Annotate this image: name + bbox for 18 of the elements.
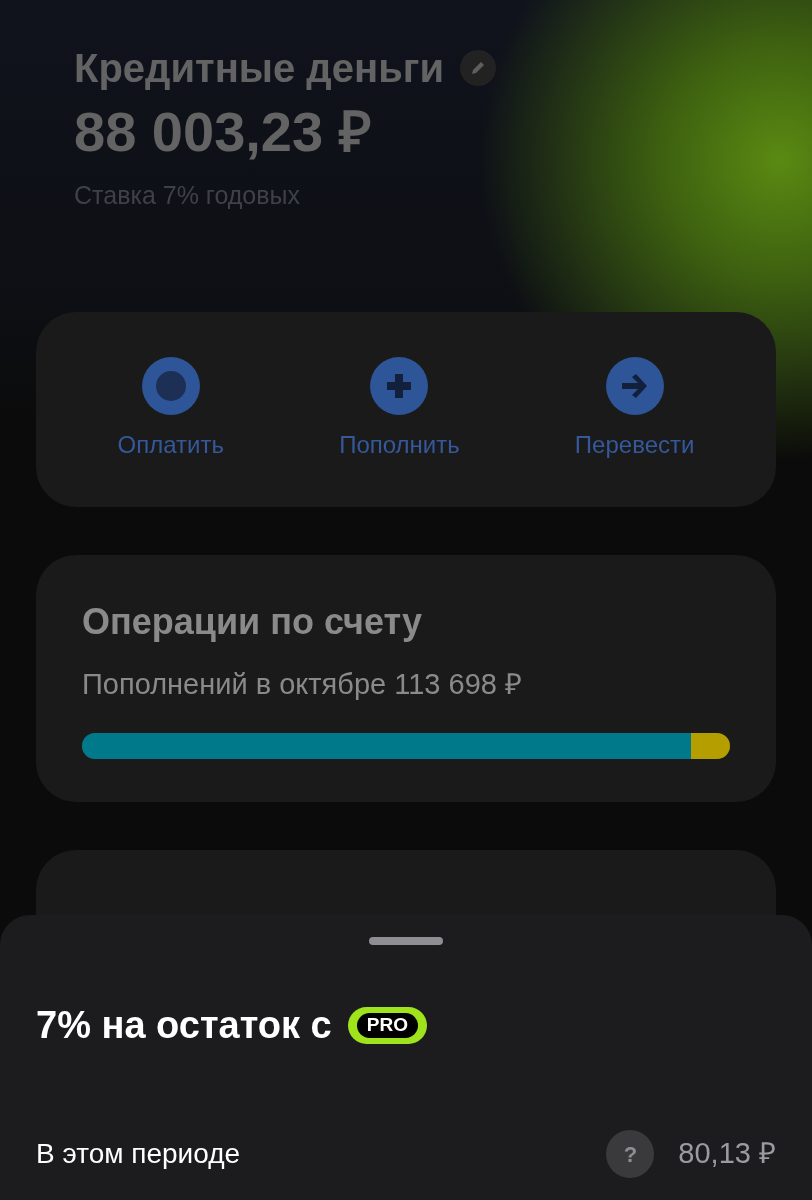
card-title: Операции по счету [82,600,423,644]
row-label: В этом периоде [36,1137,242,1171]
deposits-summary: Пополнений в октябре 113 698 ₽ [82,667,523,702]
action-button[interactable]: Оплатить [117,356,224,463]
account-title: Кредитные деньги [74,45,444,92]
plus-icon [370,356,429,415]
pro-badge: PRO [347,1007,427,1044]
balance-amount: 88 003,23 ₽ [74,99,373,165]
help-button[interactable]: ? [606,1130,655,1178]
action-button[interactable]: Пополнить [339,356,460,463]
sheet-title: 7% на остаток с [36,1003,332,1048]
action-button[interactable]: Перевести [574,356,695,463]
row-value: 80,13 ₽ [678,1136,776,1172]
edit-button[interactable] [460,50,496,86]
pencil-icon [469,59,487,77]
arrow-right-icon [605,356,664,415]
drag-handle[interactable] [369,937,443,945]
record-icon [141,356,200,415]
